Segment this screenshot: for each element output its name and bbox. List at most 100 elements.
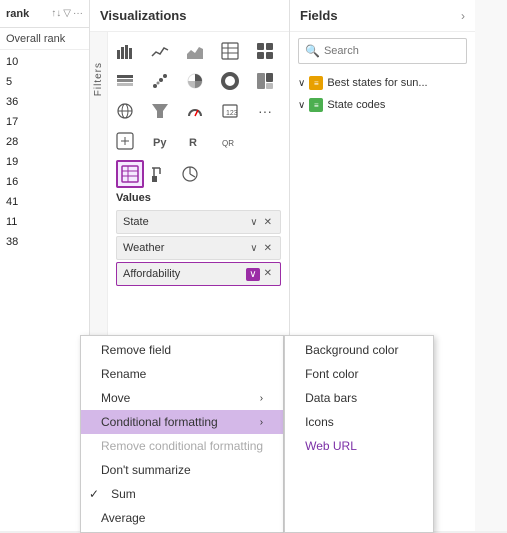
vis-table-icon[interactable] — [217, 38, 243, 64]
rank-title: rank — [6, 8, 29, 20]
field-affordability-remove[interactable]: ✕ — [262, 268, 274, 281]
submenu: Background color Font color Data bars Ic… — [284, 335, 434, 533]
ctx-remove-field[interactable]: Remove field — [81, 338, 283, 362]
ctx-conditional-formatting[interactable]: Conditional formatting › — [81, 410, 283, 434]
vis-custom-icon[interactable] — [112, 128, 138, 154]
vis-bar-chart-icon[interactable] — [112, 38, 138, 64]
vis-area-chart-icon[interactable] — [182, 38, 208, 64]
ctx-average[interactable]: Average — [81, 506, 283, 530]
ctx-rename[interactable]: Rename — [81, 362, 283, 386]
analytics-icon[interactable] — [176, 160, 204, 188]
context-menu-overlay: Remove field Rename Move › Conditional f… — [80, 335, 434, 533]
rank-row: 11 — [0, 212, 89, 232]
submenu-icons[interactable]: Icons — [285, 410, 433, 434]
field-state-actions: ∨ ✕ — [248, 217, 274, 228]
format-icon[interactable] — [146, 160, 174, 188]
vis-qr-icon[interactable]: QR — [217, 128, 243, 154]
rank-row: 16 — [0, 172, 89, 192]
submenu-web-url[interactable]: Web URL — [285, 434, 433, 458]
vis-scatter-icon[interactable] — [147, 68, 173, 94]
context-menu: Remove field Rename Move › Conditional f… — [80, 335, 284, 533]
sort-icon[interactable]: ↑↓ — [51, 8, 61, 19]
field-weather-chevron[interactable]: ∨ — [248, 243, 259, 254]
vis-python-icon[interactable]: Py — [147, 128, 173, 154]
fields-group-best-states-header[interactable]: ∨ ≡ Best states for sun... — [298, 74, 467, 92]
field-state-chevron[interactable]: ∨ — [248, 217, 259, 228]
field-affordability-chevron[interactable]: ∨ — [246, 268, 259, 281]
filters-label: Filters — [93, 62, 104, 96]
ctx-move-arrow: › — [260, 393, 263, 404]
rank-header: rank ↑↓ ▽ ··· — [0, 0, 89, 28]
fields-group-state-codes-icon: ≡ — [309, 98, 323, 112]
vis-funnel-icon[interactable] — [147, 98, 173, 124]
field-row-weather: Weather ∨ ✕ — [116, 236, 281, 260]
fields-group-state-codes-label: State codes — [327, 99, 385, 111]
values-icon-row — [116, 160, 204, 188]
vis-r-icon[interactable]: R — [182, 128, 208, 154]
field-weather-remove[interactable]: ✕ — [262, 243, 274, 254]
filter-icon[interactable]: ▽ — [63, 8, 71, 19]
vis-title: Visualizations — [100, 8, 186, 23]
values-header-row — [112, 158, 285, 190]
vis-header: Visualizations — [90, 0, 289, 32]
fields-nav-chevron[interactable]: › — [461, 9, 465, 23]
vis-stacked-bar-icon[interactable] — [112, 68, 138, 94]
fields-group-best-states-label: Best states for sun... — [327, 77, 427, 89]
rank-row: 28 — [0, 132, 89, 152]
vis-pie-icon[interactable] — [182, 68, 208, 94]
vis-more-icon[interactable]: ··· — [252, 98, 278, 124]
ctx-sum[interactable]: ✓ Sum — [81, 482, 283, 506]
svg-text:R: R — [189, 137, 197, 149]
more-icon[interactable]: ··· — [73, 8, 83, 19]
ctx-remove-conditional-formatting: Remove conditional formatting — [81, 434, 283, 458]
rank-subheader: Overall rank — [0, 28, 89, 50]
submenu-background-color[interactable]: Background color — [285, 338, 433, 362]
vis-card-icon[interactable]: 123 — [217, 98, 243, 124]
field-row-state: State ∨ ✕ — [116, 210, 281, 234]
submenu-data-bars[interactable]: Data bars — [285, 386, 433, 410]
fields-header: Fields › — [290, 0, 475, 32]
rank-values: 10 5 36 17 28 19 16 41 11 38 — [0, 50, 89, 254]
ctx-sum-check: ✓ — [89, 487, 99, 501]
fields-group-best-states-icon: ≡ — [309, 76, 323, 90]
vis-matrix-icon[interactable] — [252, 38, 278, 64]
field-state-remove[interactable]: ✕ — [262, 217, 274, 228]
field-state-text: State — [123, 216, 248, 228]
vis-map-icon[interactable] — [112, 98, 138, 124]
vis-line-chart-icon[interactable] — [147, 38, 173, 64]
field-row-affordability: Affordability ∨ ✕ — [116, 262, 281, 286]
search-icon: 🔍 — [305, 44, 320, 58]
rank-panel: rank ↑↓ ▽ ··· Overall rank 10 5 36 17 28… — [0, 0, 90, 531]
rank-row: 5 — [0, 72, 89, 92]
search-box[interactable]: 🔍 — [298, 38, 467, 64]
vis-icons-row3: 123 ··· — [112, 98, 285, 124]
field-affordability-text: Affordability — [123, 268, 246, 280]
values-section: Values State ∨ ✕ Weather ∨ ✕ — [112, 158, 285, 286]
vis-donut-icon[interactable] — [217, 68, 243, 94]
vis-icons-row4: Py R QR — [112, 128, 285, 154]
fields-group-best-states: ∨ ≡ Best states for sun... — [298, 74, 467, 92]
values-label: Values — [112, 190, 285, 208]
field-affordability-actions: ∨ ✕ — [246, 268, 274, 281]
fields-group-state-codes-chevron: ∨ — [298, 100, 305, 111]
ctx-cond-format-arrow: › — [260, 417, 263, 428]
svg-text:Py: Py — [153, 137, 167, 149]
vis-treemap-icon[interactable] — [252, 68, 278, 94]
ctx-dont-summarize[interactable]: Don't summarize — [81, 458, 283, 482]
vis-gauge-icon[interactable] — [182, 98, 208, 124]
field-weather-text: Weather — [123, 242, 248, 254]
vis-icons-row1 — [112, 38, 285, 64]
rank-row: 17 — [0, 112, 89, 132]
rank-icons: ↑↓ ▽ ··· — [51, 8, 83, 19]
svg-text:QR: QR — [222, 139, 234, 148]
field-weather-actions: ∨ ✕ — [248, 243, 274, 254]
search-input[interactable] — [324, 45, 460, 57]
table-values-icon[interactable] — [116, 160, 144, 188]
vis-icons-row2 — [112, 68, 285, 94]
fields-group-best-states-chevron: ∨ — [298, 78, 305, 89]
ctx-move[interactable]: Move › — [81, 386, 283, 410]
submenu-font-color[interactable]: Font color — [285, 362, 433, 386]
rank-row: 38 — [0, 232, 89, 252]
rank-row: 10 — [0, 52, 89, 72]
fields-group-state-codes-header[interactable]: ∨ ≡ State codes — [298, 96, 467, 114]
